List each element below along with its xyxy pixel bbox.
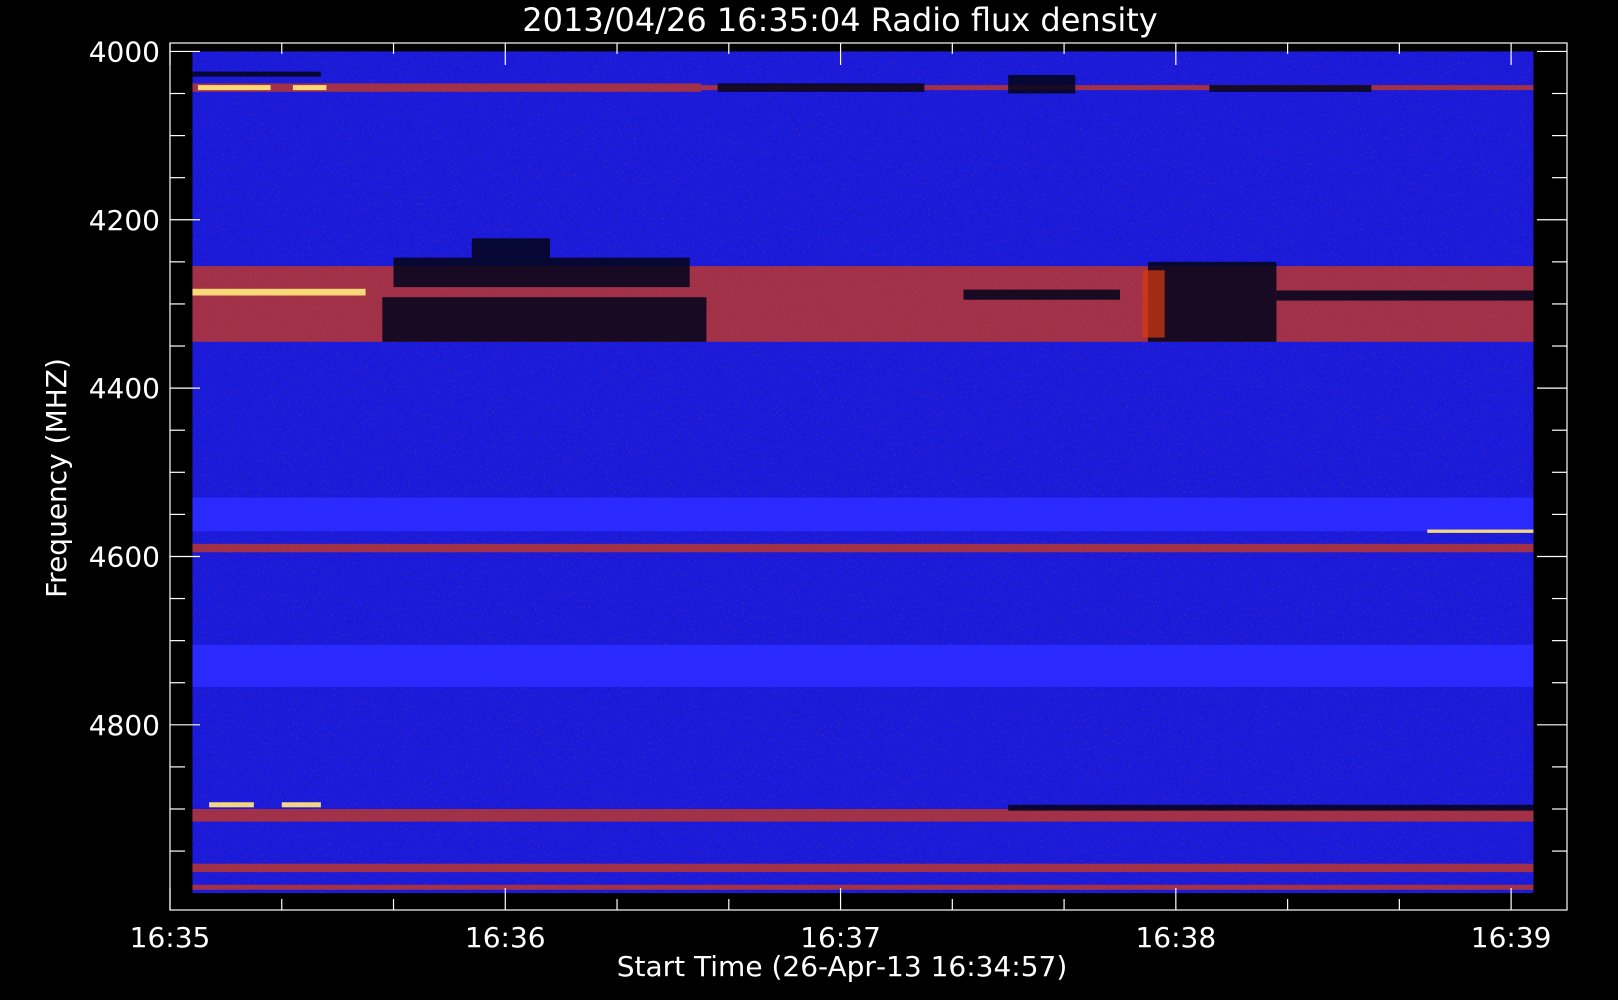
spectral-feature-emission-26 — [192, 884, 1534, 890]
spectral-feature-hot-23 — [281, 802, 321, 808]
spectral-feature-emission-21 — [192, 808, 1534, 822]
spectral-feature-absorption-16 — [1147, 261, 1277, 342]
x-tick-label-1: 16:36 — [465, 921, 546, 954]
spectral-feature-absorption-7 — [717, 83, 925, 92]
spectral-feature-absorption-6 — [192, 71, 321, 77]
spectrogram-figure: 2013/04/26 16:35:04 Radio flux density 1… — [40, 1, 1568, 983]
spectral-feature-absorption-13 — [382, 297, 707, 342]
spectral-feature-hot-4 — [197, 85, 271, 91]
x-tick-label-0: 16:35 — [130, 921, 211, 954]
spectral-feature-absorption-24 — [1008, 804, 1534, 811]
y-tick-label-0: 4000 — [89, 35, 160, 68]
spectral-feature-absorption-14 — [471, 238, 550, 258]
spectral-feature-quiet-0 — [192, 497, 1534, 532]
y-tick-label-3: 4600 — [89, 540, 160, 573]
x-axis-label: Start Time (26‐Apr‐13 16:34:57) — [617, 950, 1068, 983]
spectral-feature-emission-18 — [1142, 270, 1165, 338]
chart-title: 2013/04/26 16:35:04 Radio flux density — [522, 1, 1157, 39]
x-tick-label-4: 16:39 — [1471, 921, 1552, 954]
spectral-feature-hot-5 — [292, 85, 327, 91]
x-tick-label-3: 16:38 — [1135, 921, 1216, 954]
spectral-feature-hot-11 — [192, 288, 366, 296]
spectral-feature-emission-25 — [192, 863, 1534, 873]
spectral-feature-hot-20 — [1427, 529, 1534, 533]
spectral-feature-quiet-1 — [192, 644, 1534, 687]
y-tick-label-2: 4400 — [89, 372, 160, 405]
spectral-feature-absorption-8 — [1008, 74, 1076, 94]
spectral-feature-absorption-15 — [963, 289, 1120, 300]
y-axis-label: Frequency (MHZ) — [40, 358, 73, 598]
spectral-feature-emission-19 — [192, 543, 1534, 553]
spectral-feature-absorption-9 — [1209, 85, 1372, 92]
y-tick-label-4: 4800 — [89, 709, 160, 742]
y-tick-label-1: 4200 — [89, 204, 160, 237]
spectrogram-data — [192, 51, 1534, 894]
spectral-feature-absorption-12 — [393, 257, 690, 288]
spectral-feature-hot-22 — [209, 802, 254, 808]
spectrogram-absorption-noise — [192, 51, 1534, 894]
spectral-feature-absorption-17 — [1276, 290, 1534, 301]
